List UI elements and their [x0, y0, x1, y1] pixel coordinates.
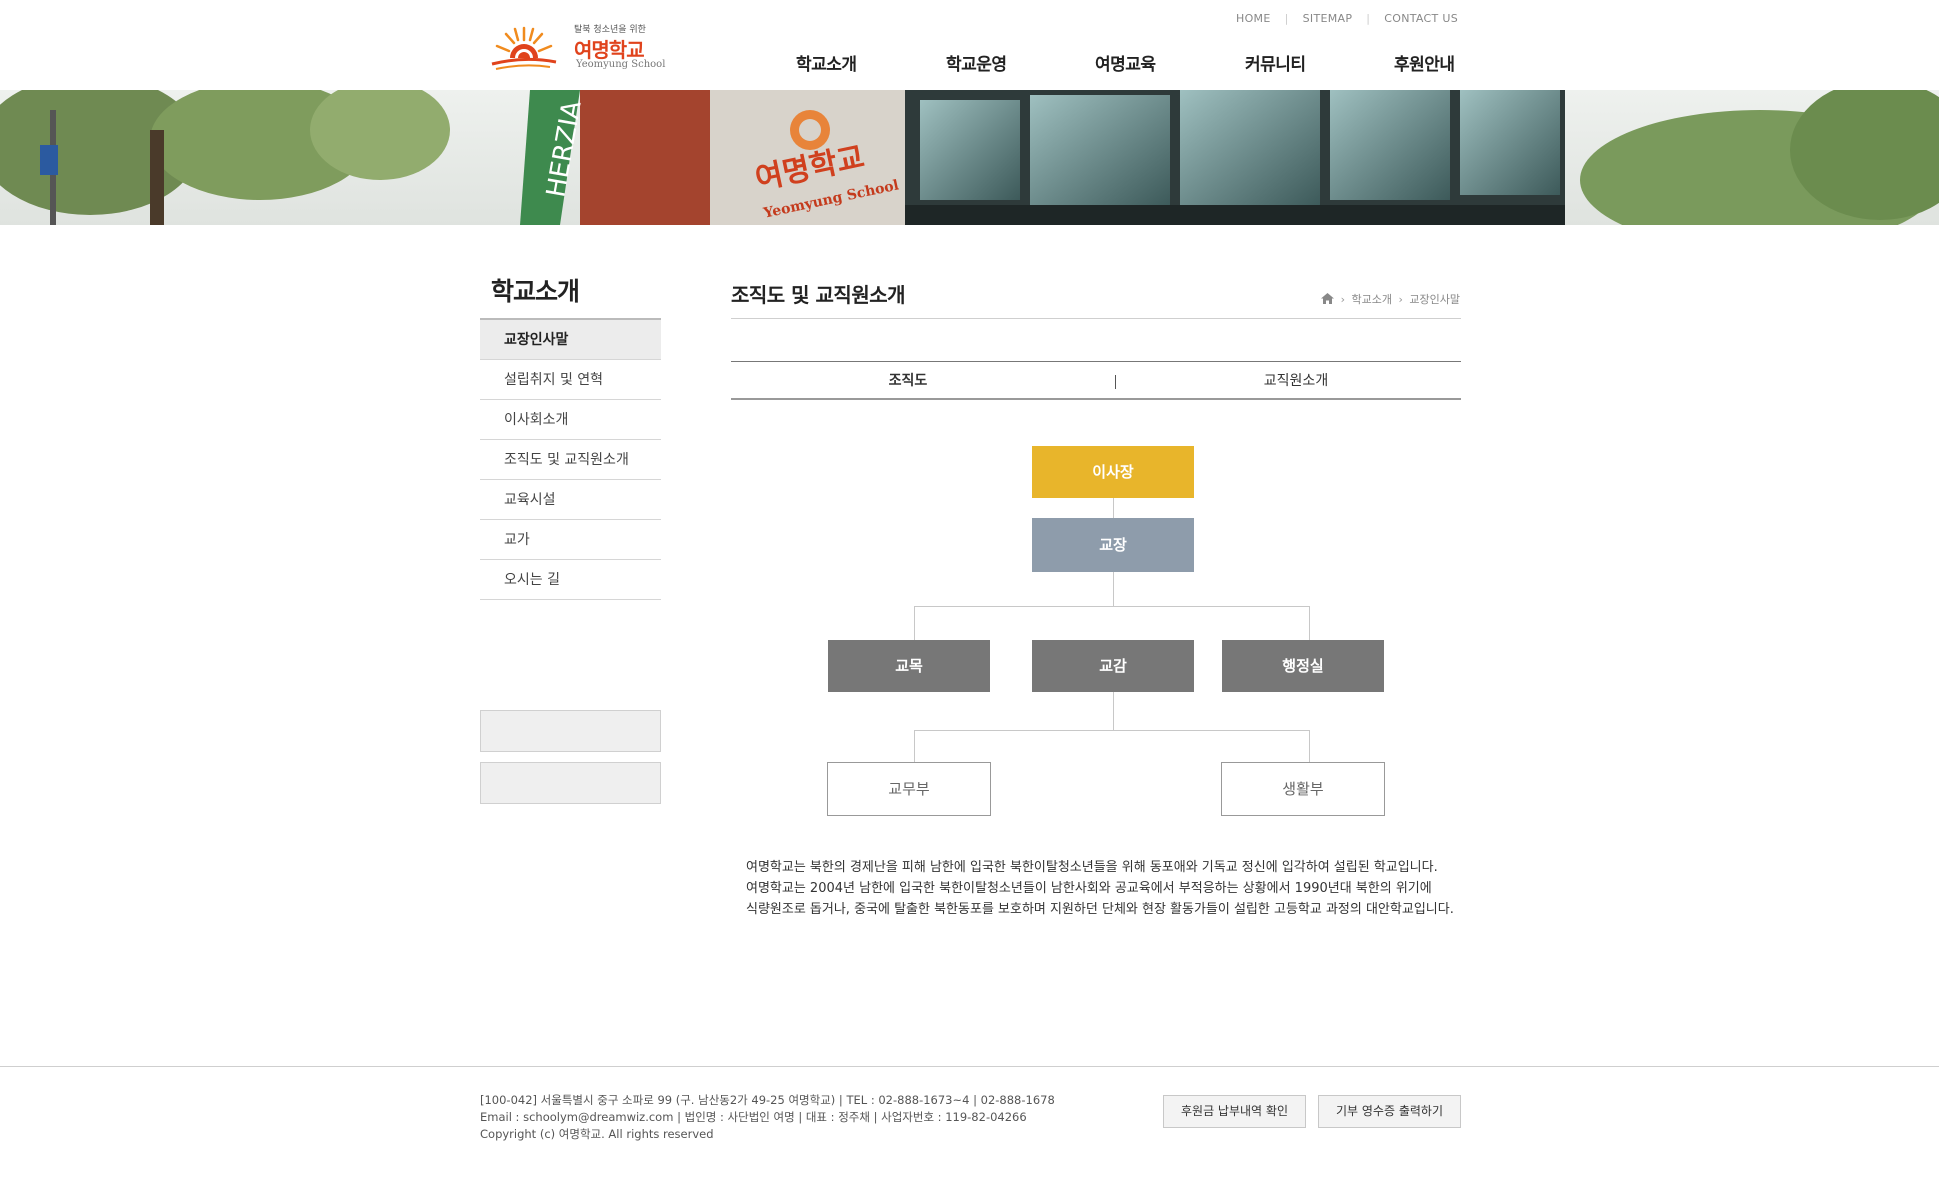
home-link[interactable]: HOME: [1236, 12, 1271, 25]
tab-divider: [1115, 375, 1116, 389]
chevron-right-icon: ›: [1340, 293, 1345, 306]
org-node-admin-office: 행정실: [1222, 640, 1384, 692]
school-building-photo: 여명학교 Yeomyung School HERZIA: [0, 90, 1939, 225]
sidebar-item-school-song[interactable]: 교가: [480, 520, 661, 560]
tab-staff[interactable]: 교직원소개: [1151, 362, 1441, 399]
school-description: 여명학교는 북한의 경제난을 피해 남한에 입국한 북한이탈청소년들을 위해 동…: [746, 857, 1466, 920]
sidebar-menu: 교장인사말 설립취지 및 연혁 이사회소개 조직도 및 교직원소개 교육시설 교…: [480, 318, 661, 600]
page-title: 조직도 및 교직원소개: [731, 283, 906, 307]
donation-history-button[interactable]: 후원금 납부내역 확인: [1163, 1095, 1306, 1128]
connector-line: [914, 730, 915, 762]
connector-line: [914, 606, 915, 640]
nav-operation[interactable]: 학교운영: [946, 50, 1007, 75]
footer-contact: Email : schoolym@dreamwiz.com | 법인명 : 사단…: [480, 1110, 1027, 1124]
home-icon[interactable]: [1321, 293, 1335, 304]
nav-education[interactable]: 여명교육: [1095, 50, 1156, 75]
footer-copyright: Copyright (c) 여명학교. All rights reserved: [480, 1127, 714, 1141]
content-tabs: 조직도 교직원소개: [731, 361, 1461, 400]
footer-address: [100-042] 서울특별시 중구 소파로 99 (구. 남산동2가 49-2…: [480, 1093, 1055, 1107]
school-logo[interactable]: 탈북 청소년을 위한 여명학교 Yeomyung School: [484, 18, 680, 78]
sidebar-item-facilities[interactable]: 교육시설: [480, 480, 661, 520]
connector-line: [1309, 606, 1310, 640]
nav-about[interactable]: 학교소개: [796, 50, 857, 75]
org-node-academic-affairs: 교무부: [827, 762, 991, 816]
connector-line: [1113, 572, 1114, 606]
sidebar-banner-1[interactable]: [480, 710, 661, 752]
sidebar-item-principal-greeting[interactable]: 교장인사말: [480, 320, 661, 360]
tab-org-chart[interactable]: 조직도: [731, 362, 1085, 399]
org-node-chairman: 이사장: [1032, 446, 1194, 498]
connector-line: [914, 730, 1310, 731]
logo-english: Yeomyung School: [576, 59, 666, 70]
sitemap-link[interactable]: SITEMAP: [1303, 12, 1353, 25]
chevron-right-icon: ›: [1398, 293, 1403, 306]
sidebar-item-directions[interactable]: 오시는 길: [480, 560, 661, 600]
breadcrumb-item-about[interactable]: 학교소개: [1352, 293, 1392, 306]
sidebar-title: 학교소개: [491, 277, 580, 306]
connector-line: [1113, 692, 1114, 730]
org-node-chaplain: 교목: [828, 640, 990, 692]
breadcrumb: › 학교소개 › 교장인사말: [1321, 291, 1460, 307]
breadcrumb-item-current: 교장인사말: [1409, 293, 1460, 306]
footer-info: [100-042] 서울특별시 중구 소파로 99 (구. 남산동2가 49-2…: [480, 1092, 1055, 1143]
org-node-student-life: 생활부: [1221, 762, 1385, 816]
utility-links: HOME | SITEMAP | CONTACT US: [1236, 12, 1458, 25]
org-node-principal: 교장: [1032, 518, 1194, 572]
connector-line: [914, 606, 1310, 607]
sidebar-item-organization[interactable]: 조직도 및 교직원소개: [480, 440, 661, 480]
description-line: 식량원조로 돕거나, 중국에 탈출한 북한동포를 보호하며 지원하던 단체와 현…: [746, 902, 1454, 917]
title-divider: [731, 318, 1461, 319]
sidebar-item-board[interactable]: 이사회소개: [480, 400, 661, 440]
receipt-print-button[interactable]: 기부 영수증 출력하기: [1318, 1095, 1461, 1128]
sidebar-banner-2[interactable]: [480, 762, 661, 804]
nav-support[interactable]: 후원안내: [1394, 50, 1455, 75]
footer-divider: [0, 1066, 1939, 1067]
sidebar-item-history[interactable]: 설립취지 및 연혁: [480, 360, 661, 400]
description-line: 여명학교는 2004년 남한에 입국한 북한이탈청소년들이 남한사회와 공교육에…: [746, 881, 1432, 896]
org-node-vice-principal: 교감: [1032, 640, 1194, 692]
hero-banner: 여명학교 Yeomyung School HERZIA: [0, 90, 1939, 225]
description-line: 여명학교는 북한의 경제난을 피해 남한에 입국한 북한이탈청소년들을 위해 동…: [746, 860, 1438, 875]
nav-community[interactable]: 커뮤니티: [1245, 50, 1306, 75]
connector-line: [1113, 498, 1114, 518]
connector-line: [1309, 730, 1310, 762]
contact-us-link[interactable]: CONTACT US: [1384, 12, 1458, 25]
